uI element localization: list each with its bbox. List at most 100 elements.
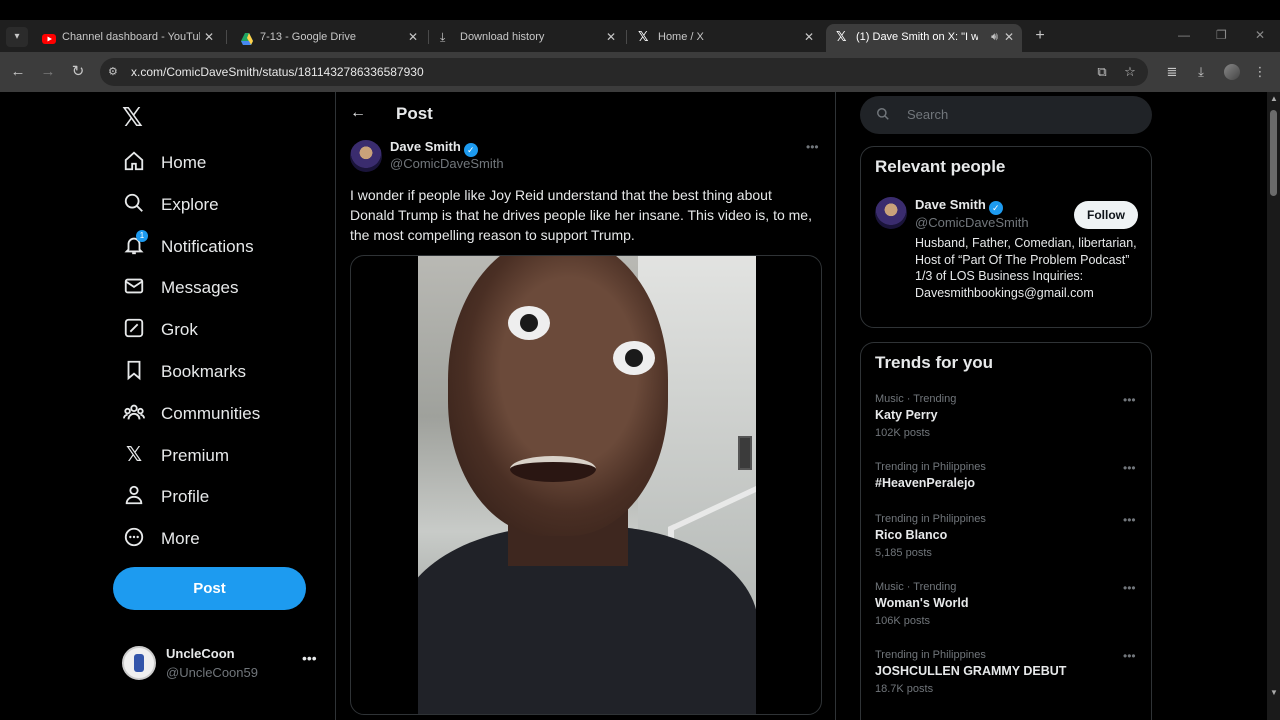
- address-bar[interactable]: ⚙ x.com/ComicDaveSmith/status/1811432786…: [100, 58, 1148, 86]
- trend-item[interactable]: Music · Trending Woman's World 106K post…: [875, 581, 1145, 633]
- nav-label: More: [161, 529, 200, 548]
- tab-separator: [226, 30, 227, 44]
- menu-kebab-icon[interactable]: ⋮: [1252, 64, 1268, 80]
- trend-item[interactable]: Music · Trending Katy Perry 102K posts •…: [875, 393, 1145, 445]
- title-bar-strip: [0, 0, 1280, 20]
- nav-label: Home: [161, 153, 207, 172]
- search-icon: [876, 107, 890, 124]
- communities-icon: [122, 401, 146, 425]
- scroll-down-icon[interactable]: ▼: [1270, 688, 1278, 697]
- video-background: [738, 436, 752, 470]
- page-title: Post: [396, 104, 433, 123]
- trend-name: JOSHCULLEN GRAMMY DEBUT: [875, 664, 1067, 678]
- avatar[interactable]: [875, 197, 907, 229]
- trend-item[interactable]: Trending in Philippines JOSHCULLEN GRAMM…: [875, 649, 1145, 701]
- account-switcher[interactable]: UncleCoon @UncleCoon59 •••: [122, 646, 322, 686]
- more-dots-icon[interactable]: •••: [806, 140, 819, 154]
- reading-list-icon[interactable]: ≣: [1164, 64, 1180, 80]
- avatar[interactable]: [350, 140, 382, 172]
- verified-badge-icon: ✓: [463, 143, 478, 157]
- close-icon[interactable]: ✕: [804, 24, 814, 50]
- x-page: 𝕏 Home Explore 1 Notifications Messages …: [0, 92, 1267, 720]
- reload-icon[interactable]: ↻: [68, 62, 88, 82]
- downloads-icon[interactable]: ⤓: [1193, 64, 1209, 80]
- restore-icon[interactable]: ❐: [1216, 28, 1227, 42]
- search-input[interactable]: Search: [860, 96, 1152, 134]
- back-arrow-icon[interactable]: ←: [8, 62, 28, 82]
- person-handle[interactable]: @ComicDaveSmith: [915, 215, 1029, 230]
- trend-name: Katy Perry: [875, 408, 938, 422]
- trend-name: #HeavenPeralejo: [875, 476, 976, 490]
- tab-dave-smith-post[interactable]: 𝕏 (1) Dave Smith on X: "I won 🔊︎ ✕: [826, 24, 1022, 52]
- card-title: Trends for you: [875, 353, 994, 372]
- nav-label: Bookmarks: [161, 362, 247, 381]
- close-window-icon[interactable]: ✕: [1255, 28, 1265, 42]
- x-logo-icon[interactable]: 𝕏: [122, 104, 148, 130]
- install-app-icon[interactable]: ⧉: [1094, 64, 1110, 80]
- minimize-icon[interactable]: —: [1178, 28, 1190, 42]
- browser-toolbar: ← → ↻ ⚙ x.com/ComicDaveSmith/status/1811…: [0, 52, 1280, 92]
- scroll-up-icon[interactable]: ▲: [1270, 94, 1278, 103]
- url-text: x.com/ComicDaveSmith/status/181143278633…: [131, 65, 424, 79]
- video-subject: [613, 341, 655, 375]
- back-arrow-icon[interactable]: ←: [350, 104, 366, 122]
- author-name-text: Dave Smith: [390, 139, 461, 154]
- speaker-icon[interactable]: 🔊︎: [991, 24, 998, 50]
- bookmark-icon: [122, 359, 146, 383]
- tab-download-history[interactable]: ⤓ Download history ✕: [430, 24, 624, 50]
- close-icon[interactable]: ✕: [606, 24, 616, 50]
- video-frame[interactable]: [418, 256, 756, 714]
- close-icon[interactable]: ✕: [408, 24, 418, 50]
- post-button[interactable]: Post: [113, 567, 306, 610]
- more-dots-icon[interactable]: •••: [1123, 461, 1136, 475]
- trend-meta: Trending in Philippines: [875, 461, 986, 473]
- close-icon[interactable]: ✕: [204, 24, 214, 50]
- trend-name: Rico Blanco: [875, 528, 948, 542]
- tab-title: Channel dashboard - YouTube: [62, 31, 200, 43]
- page-scrollbar[interactable]: ▲ ▼: [1267, 92, 1280, 720]
- tab-title: Home / X: [658, 31, 704, 43]
- person-name[interactable]: Dave Smith ✓: [915, 197, 1003, 215]
- site-info-icon[interactable]: ⚙: [108, 65, 122, 79]
- new-tab-button[interactable]: +: [1030, 26, 1050, 46]
- tweet-author-handle[interactable]: @ComicDaveSmith: [390, 156, 504, 171]
- trend-name: Woman's World: [875, 596, 969, 610]
- more-dots-icon[interactable]: •••: [1123, 393, 1136, 407]
- more-dots-icon[interactable]: •••: [1123, 581, 1136, 595]
- more-circle-icon: [122, 526, 146, 550]
- trend-meta: Trending in Philippines: [875, 649, 986, 661]
- trend-meta: Music · Trending: [875, 581, 957, 593]
- profile-avatar-icon[interactable]: [1224, 64, 1240, 80]
- tweet-author-name[interactable]: Dave Smith ✓: [390, 139, 478, 157]
- trend-count: 5,185 posts: [875, 547, 932, 559]
- home-icon: [122, 150, 146, 174]
- nav-label: Grok: [161, 320, 198, 339]
- tweet-text: I wonder if people like Joy Reid underst…: [350, 187, 812, 243]
- tab-youtube[interactable]: Channel dashboard - YouTube ✕: [32, 24, 222, 50]
- person-name-text: Dave Smith: [915, 197, 986, 212]
- trends-card: Trends for you Music · Trending Katy Per…: [860, 342, 1152, 720]
- tab-home-x[interactable]: 𝕏 Home / X ✕: [628, 24, 822, 50]
- avatar: [122, 646, 156, 680]
- star-icon[interactable]: ☆: [1122, 64, 1138, 80]
- more-dots-icon[interactable]: •••: [1123, 513, 1136, 527]
- download-icon: ⤓: [440, 30, 446, 44]
- video-subject: [508, 306, 550, 340]
- video-subject: [510, 456, 596, 482]
- tab-search-button[interactable]: ▾: [6, 27, 28, 47]
- nav-label: Communities: [161, 404, 261, 423]
- tab-google-drive[interactable]: 7-13 - Google Drive ✕: [230, 24, 426, 50]
- x-logo-icon: 𝕏: [836, 29, 847, 44]
- follow-button[interactable]: Follow: [1074, 201, 1138, 229]
- tweet-video[interactable]: [350, 255, 822, 715]
- more-dots-icon[interactable]: •••: [302, 650, 317, 666]
- more-dots-icon[interactable]: •••: [1123, 649, 1136, 663]
- account-name: UncleCoon: [166, 646, 235, 661]
- grok-icon: [122, 317, 146, 341]
- close-icon[interactable]: ✕: [1004, 24, 1014, 50]
- trend-item[interactable]: Trending in Philippines #HeavenPeralejo …: [875, 461, 1145, 513]
- forward-arrow-icon[interactable]: →: [38, 62, 58, 82]
- scrollbar-thumb[interactable]: [1270, 110, 1277, 196]
- trend-item[interactable]: Trending in Philippines Rico Blanco 5,18…: [875, 513, 1145, 565]
- nav-label: Explore: [161, 195, 219, 214]
